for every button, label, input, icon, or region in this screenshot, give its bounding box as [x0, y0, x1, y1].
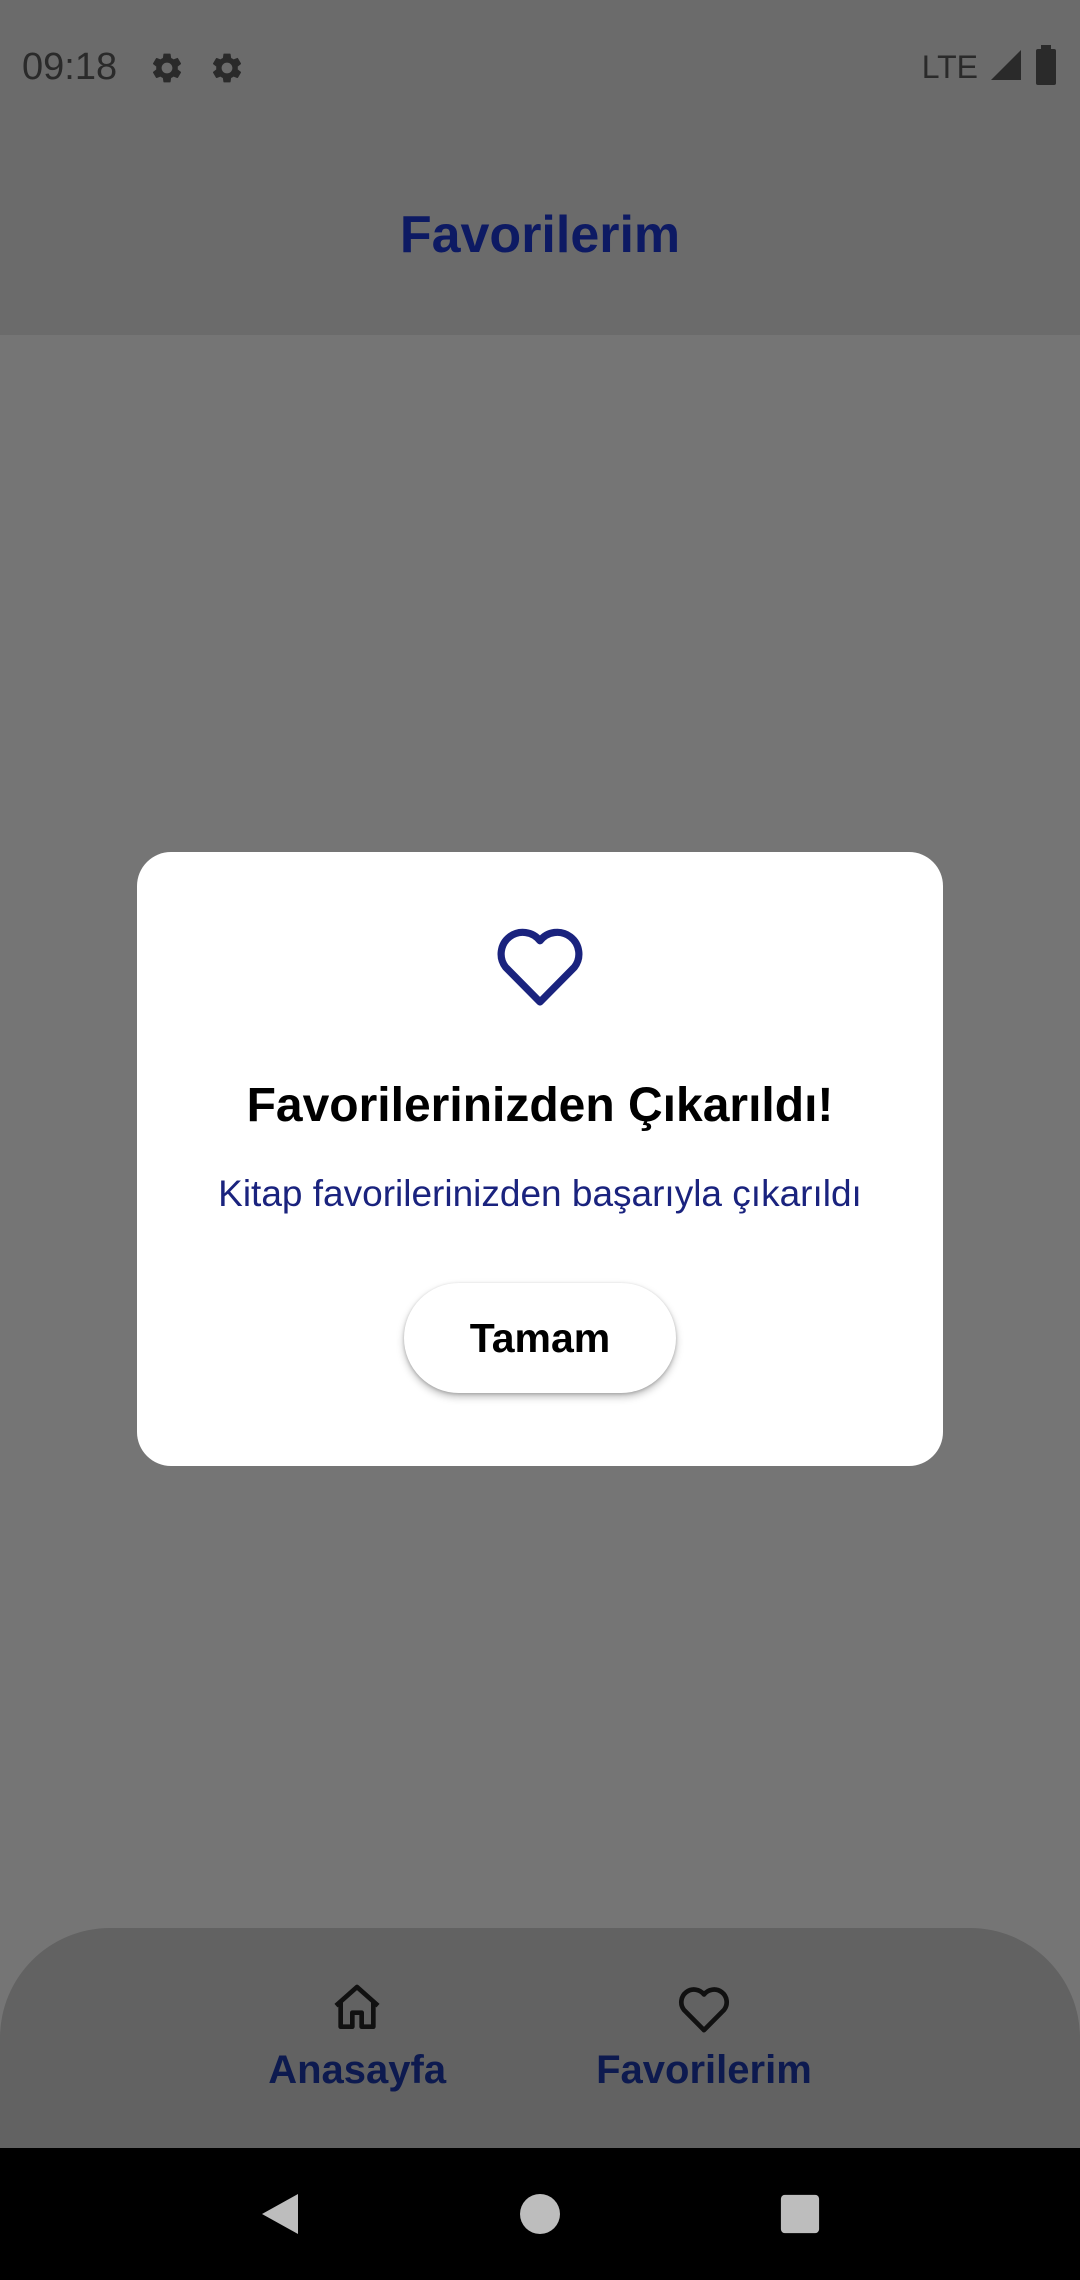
- recents-icon[interactable]: [770, 2184, 830, 2244]
- heart-outline-icon: [492, 920, 588, 1008]
- settings-gear-icon: [207, 48, 247, 88]
- home-circle-icon[interactable]: [510, 2184, 570, 2244]
- status-bar: 09:18 LTE: [0, 0, 1080, 135]
- nav-label-favorites: Favorilerim: [596, 2048, 812, 2092]
- bottom-navigation: Anasayfa Favorilerim: [0, 1928, 1080, 2148]
- nav-label-home: Anasayfa: [268, 2048, 447, 2092]
- heart-outline-icon: [676, 1980, 732, 2036]
- nav-item-favorites[interactable]: Favorilerim: [596, 1980, 812, 2148]
- nav-item-home[interactable]: Anasayfa: [268, 1980, 446, 2148]
- network-type: LTE: [921, 49, 978, 85]
- battery-icon: [1034, 45, 1058, 90]
- ok-button[interactable]: Tamam: [404, 1283, 676, 1393]
- status-time: 09:18: [22, 46, 118, 88]
- signal-icon: [988, 47, 1024, 88]
- screen: 09:18 LTE Favorilerim Favorilerinizden Ç…: [0, 0, 1080, 2280]
- system-navigation-bar: [0, 2148, 1080, 2280]
- removed-from-favorites-dialog: Favorilerinizden Çıkarıldı! Kitap favori…: [137, 852, 943, 1466]
- back-icon[interactable]: [250, 2184, 310, 2244]
- home-icon: [329, 1980, 385, 2036]
- dialog-message: Kitap favorilerinizden başarıyla çıkarıl…: [218, 1173, 862, 1214]
- app-bar: Favorilerim: [0, 135, 1080, 335]
- settings-gear-icon: [147, 48, 187, 88]
- page-title: Favorilerim: [399, 206, 681, 264]
- dialog-title: Favorilerinizden Çıkarıldı!: [246, 1079, 834, 1132]
- status-right-group: LTE: [922, 45, 1058, 90]
